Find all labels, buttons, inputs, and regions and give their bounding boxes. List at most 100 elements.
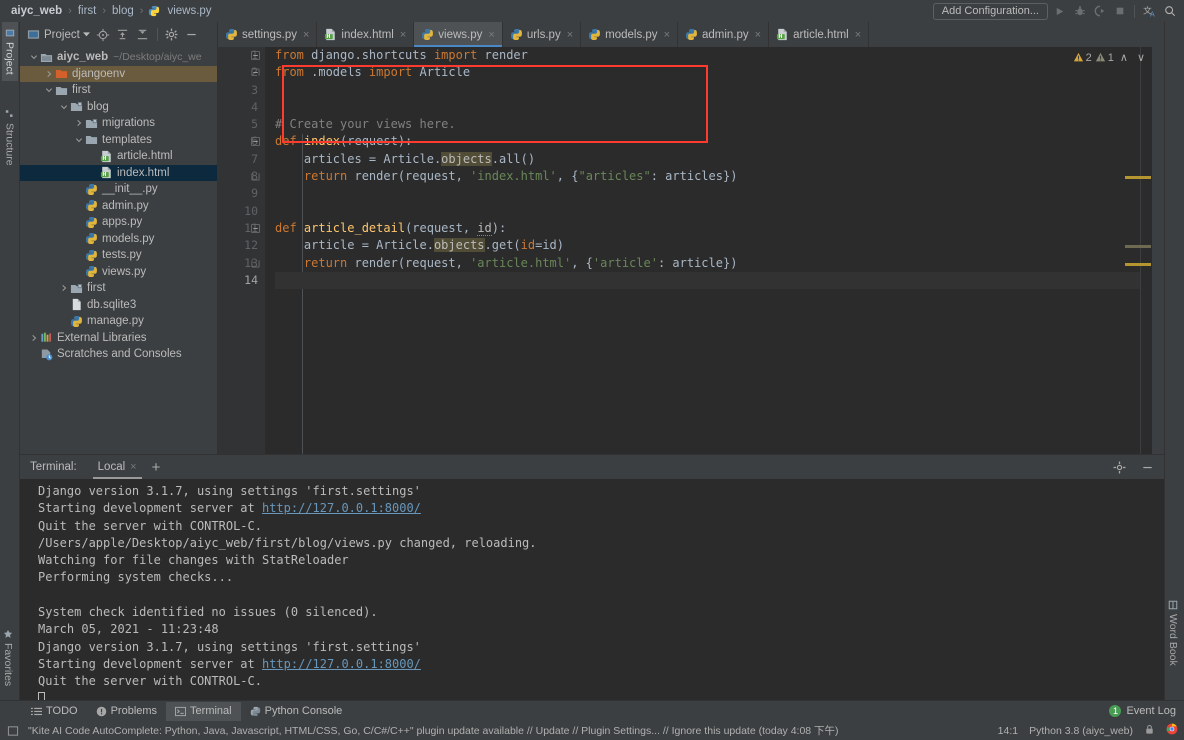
debug-icon[interactable] [1071, 3, 1088, 20]
memory-indicator-icon[interactable] [6, 722, 20, 740]
editor-marker-gutter[interactable] [1140, 47, 1152, 454]
tree-node-admin-py[interactable]: admin.py [20, 198, 217, 215]
inspection-widget[interactable]: 2 1 ∧ ∨ [1073, 51, 1148, 64]
close-icon[interactable]: × [130, 461, 136, 473]
tree-node-index-html[interactable]: Hindex.html [20, 165, 217, 182]
code-line[interactable]: def index(request): [275, 133, 1140, 150]
tree-node-migrations[interactable]: migrations [20, 115, 217, 132]
code-line[interactable]: from .models import Article [275, 64, 1140, 81]
fold-icon[interactable] [251, 224, 260, 233]
close-icon[interactable]: × [664, 29, 670, 41]
locate-icon[interactable] [94, 26, 112, 44]
breadcrumb-item-blog[interactable]: blog [109, 5, 137, 17]
editor-tab-settings-py[interactable]: settings.py× [218, 22, 317, 47]
tree-node-aiyc-web[interactable]: aiyc_web~/Desktop/aiyc_we [20, 49, 217, 66]
close-icon[interactable]: × [567, 29, 573, 41]
editor-gutter[interactable]: 1234567891011121314 [218, 47, 265, 454]
chevron-right-icon[interactable] [43, 66, 54, 82]
chevron-down-icon[interactable] [43, 82, 54, 98]
project-panel-title[interactable]: Project [44, 29, 80, 41]
editor-tab-models-py[interactable]: models.py× [581, 22, 678, 47]
fold-icon[interactable] [251, 51, 260, 60]
chevron-right-icon[interactable] [73, 115, 84, 131]
chevron-right-icon[interactable] [58, 280, 69, 296]
fold-end-icon[interactable] [251, 172, 260, 181]
terminal-link[interactable]: http://127.0.0.1:8000/ [262, 501, 421, 515]
sidebar-item-project[interactable]: Project [2, 22, 18, 81]
editor-tab-index-html[interactable]: Hindex.html× [317, 22, 414, 47]
caret-position[interactable]: 14:1 [998, 725, 1018, 737]
fold-end-icon[interactable] [251, 259, 260, 268]
tree-node-models-py[interactable]: models.py [20, 231, 217, 248]
sidebar-item-structure[interactable]: Structure [2, 103, 18, 172]
tree-node-first[interactable]: first [20, 82, 217, 99]
event-log-button[interactable]: 1 Event Log [1109, 705, 1176, 717]
chevron-down-icon[interactable] [28, 49, 39, 65]
editor-tab-article-html[interactable]: Harticle.html× [769, 22, 869, 47]
editor-tab-views-py[interactable]: views.py× [414, 22, 503, 47]
chrome-icon[interactable] [1166, 723, 1178, 738]
sidebar-item-favorites[interactable]: Favorites [0, 623, 16, 692]
chevron-down-icon[interactable] [82, 26, 92, 44]
tree-node-blog[interactable]: blog [20, 99, 217, 116]
close-icon[interactable]: × [855, 29, 861, 41]
code-line[interactable]: def article_detail(request, id): [275, 220, 1140, 237]
tree-node--init-py[interactable]: __init__.py [20, 181, 217, 198]
tool-button-todo[interactable]: TODO [22, 702, 87, 721]
tree-node-external-libraries[interactable]: External Libraries [20, 330, 217, 347]
previous-highlight-button[interactable]: ∧ [1117, 51, 1131, 64]
hide-panel-icon[interactable] [183, 26, 201, 44]
editor-scrollbar[interactable] [1152, 47, 1164, 454]
gutter-marker[interactable] [1125, 245, 1151, 248]
terminal-link[interactable]: http://127.0.0.1:8000/ [262, 657, 421, 671]
tree-node-manage-py[interactable]: manage.py [20, 313, 217, 330]
gutter-marker[interactable] [1125, 263, 1151, 266]
terminal-output[interactable]: Django version 3.1.7, using settings 'fi… [20, 479, 1164, 700]
gear-icon[interactable] [163, 26, 181, 44]
close-icon[interactable]: × [755, 29, 761, 41]
code-line[interactable]: return render(request, 'article.html', {… [275, 255, 1140, 272]
weak-warning-count-item[interactable]: 1 [1095, 52, 1114, 64]
hide-panel-icon[interactable] [1138, 458, 1156, 476]
warning-count-item[interactable]: 2 [1073, 52, 1092, 64]
tree-node-first[interactable]: first [20, 280, 217, 297]
chevron-down-icon[interactable] [58, 99, 69, 115]
status-message[interactable]: "Kite AI Code AutoComplete: Python, Java… [28, 723, 839, 738]
code-line[interactable] [275, 185, 1140, 202]
editor-tab-bar[interactable]: settings.py×Hindex.html×views.py×urls.py… [218, 22, 1164, 47]
tree-node-tests-py[interactable]: tests.py [20, 247, 217, 264]
tool-button-terminal[interactable]: Terminal [166, 702, 241, 721]
tree-node-djangoenv[interactable]: djangoenv [20, 66, 217, 83]
sidebar-item-word-book[interactable]: Word Book [1165, 594, 1181, 672]
stop-icon[interactable] [1111, 3, 1128, 20]
fold-icon[interactable] [251, 68, 260, 77]
search-icon[interactable] [1161, 3, 1178, 20]
tool-button-problems[interactable]: Problems [87, 702, 166, 721]
editor-tab-urls-py[interactable]: urls.py× [503, 22, 581, 47]
code-line[interactable] [275, 203, 1140, 220]
breadcrumb-item-file[interactable]: views.py [164, 5, 214, 17]
add-configuration-button[interactable]: Add Configuration... [933, 3, 1048, 20]
tree-node-db-sqlite3[interactable]: db.sqlite3 [20, 297, 217, 314]
collapse-all-icon[interactable] [134, 26, 152, 44]
terminal-tab-local[interactable]: Local × [91, 455, 144, 479]
code-line[interactable] [275, 82, 1140, 99]
code-line[interactable]: return render(request, 'index.html', {"a… [275, 168, 1140, 185]
code-line[interactable]: articles = Article.objects.all() [275, 151, 1140, 168]
code-line[interactable]: # Create your views here. [275, 116, 1140, 133]
close-icon[interactable]: × [488, 29, 494, 41]
run-icon[interactable] [1051, 3, 1068, 20]
expand-all-icon[interactable] [114, 26, 132, 44]
code-line[interactable]: from django.shortcuts import render [275, 47, 1140, 64]
interpreter-indicator[interactable]: Python 3.8 (aiyc_web) [1029, 725, 1133, 737]
code-editor[interactable]: from django.shortcuts import renderfrom … [265, 47, 1140, 454]
breadcrumb-item-project[interactable]: aiyc_web [8, 5, 65, 17]
project-file-tree[interactable]: aiyc_web~/Desktop/aiyc_wedjangoenvfirstb… [20, 47, 217, 454]
translate-icon[interactable]: 文A [1141, 3, 1158, 20]
tree-node-templates[interactable]: templates [20, 132, 217, 149]
gutter-marker[interactable] [1125, 176, 1151, 179]
tool-button-python-console[interactable]: Python Console [241, 702, 352, 721]
next-highlight-button[interactable]: ∨ [1134, 51, 1148, 64]
code-line[interactable] [275, 99, 1140, 116]
gear-icon[interactable] [1110, 458, 1128, 476]
